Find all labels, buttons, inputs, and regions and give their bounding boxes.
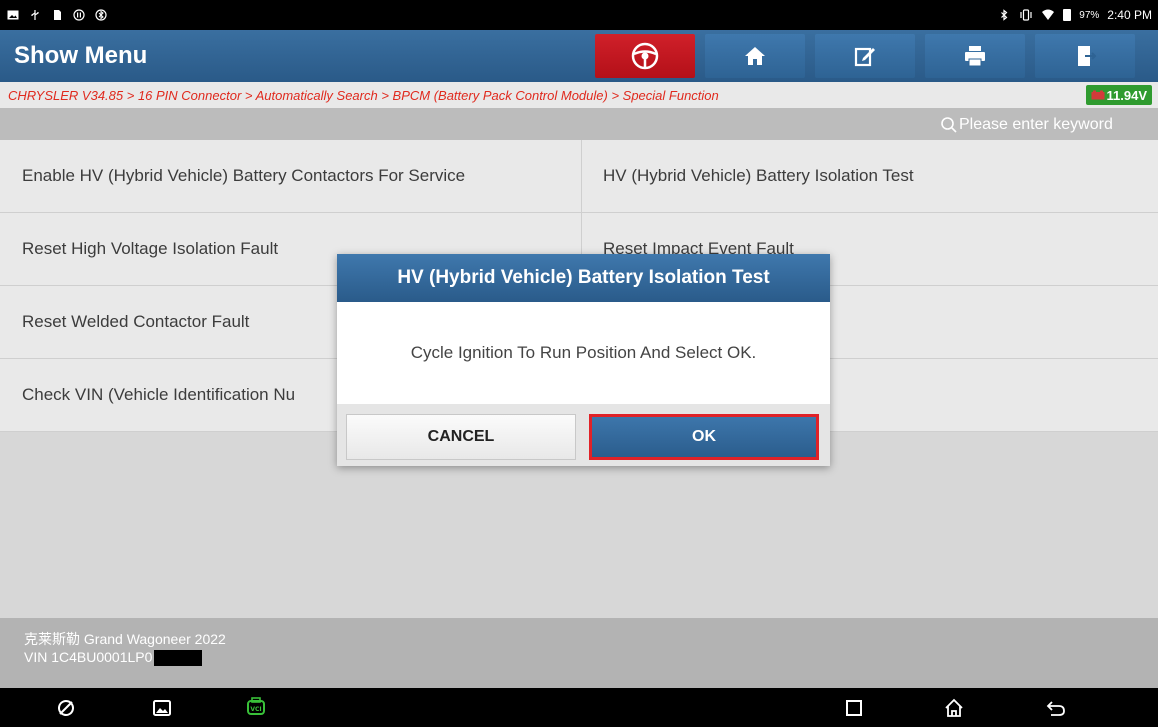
navigation-bar: VCI (0, 688, 1158, 727)
breadcrumb-path: CHRYSLER V34.85 > 16 PIN Connector > Aut… (8, 87, 719, 103)
voltage-value: 11.94V (1106, 87, 1148, 103)
vibrate-icon (1019, 8, 1033, 22)
recent-apps-icon[interactable] (843, 697, 865, 719)
vehicle-name: 克莱斯勒 Grand Wagoneer 2022 (24, 631, 226, 647)
exit-button[interactable] (1035, 34, 1135, 78)
status-bar: 97% 2:40 PM (0, 0, 1158, 30)
sd-card-icon (50, 8, 64, 22)
edit-icon (854, 47, 875, 67)
vin-line: VIN 1C4BU0001LP0 (24, 648, 1158, 667)
vin-redaction (154, 650, 203, 667)
search-placeholder: Please enter keyword (959, 116, 1113, 133)
vci-icon[interactable]: VCI (245, 697, 267, 719)
home-icon (745, 47, 765, 65)
car-battery-icon (1091, 90, 1104, 100)
battery-percent: 97% (1079, 9, 1100, 21)
dialog-button-bar: CANCEL OK (337, 404, 830, 466)
breadcrumb: CHRYSLER V34.85 > 16 PIN Connector > Aut… (0, 82, 1158, 108)
menu-item-enable-hv-contactors[interactable]: Enable HV (Hybrid Vehicle) Battery Conta… (0, 140, 582, 213)
home-nav-icon[interactable] (943, 697, 965, 719)
exit-icon (1078, 46, 1097, 66)
printer-icon (965, 46, 985, 67)
search-input[interactable]: Please enter keyword (940, 113, 1158, 137)
search-icon (941, 117, 957, 133)
toolbar (595, 30, 1145, 82)
clock: 2:40 PM (1107, 8, 1152, 22)
app-header: Show Menu (0, 30, 1158, 82)
steering-wheel-icon (631, 42, 659, 70)
back-icon[interactable] (1045, 697, 1067, 719)
voltage-badge: 11.94V (1085, 85, 1152, 105)
search-row: Please enter keyword (0, 108, 1158, 140)
menu-item-label: Reset Welded Contactor Fault (22, 312, 250, 331)
edit-report-button[interactable] (815, 34, 915, 78)
pause-circle-icon (72, 8, 86, 22)
cancel-button[interactable]: CANCEL (346, 414, 576, 460)
bluetooth-icon (997, 8, 1011, 22)
browser-icon[interactable] (55, 697, 77, 719)
bluetooth-circle-icon (94, 8, 108, 22)
menu-item-hv-isolation-test[interactable]: HV (Hybrid Vehicle) Battery Isolation Te… (582, 140, 1158, 213)
svg-text:VCI: VCI (250, 706, 261, 713)
menu-item-label: Check VIN (Vehicle Identification Nu (22, 385, 296, 404)
gallery-icon[interactable] (151, 697, 173, 719)
gallery-notification-icon (6, 8, 20, 22)
dialog-title: HV (Hybrid Vehicle) Battery Isolation Te… (337, 254, 830, 302)
wifi-icon (1041, 8, 1055, 22)
menu-item-label: Enable HV (Hybrid Vehicle) Battery Conta… (22, 166, 466, 185)
home-button[interactable] (705, 34, 805, 78)
isolation-test-dialog: HV (Hybrid Vehicle) Battery Isolation Te… (337, 254, 830, 466)
vehicle-home-button[interactable] (595, 34, 695, 78)
page-title: Show Menu (14, 42, 148, 69)
vin-text: VIN 1C4BU0001LP0 (24, 649, 153, 665)
menu-item-label: HV (Hybrid Vehicle) Battery Isolation Te… (603, 166, 914, 185)
print-button[interactable] (925, 34, 1025, 78)
battery-icon (1063, 9, 1072, 21)
usb-icon (28, 8, 42, 22)
ok-button[interactable]: OK (589, 414, 819, 460)
vehicle-info-footer: 克莱斯勒 Grand Wagoneer 2022 VIN 1C4BU0001LP… (0, 618, 1158, 688)
dialog-message: Cycle Ignition To Run Position And Selec… (410, 343, 757, 362)
menu-item-label: Reset High Voltage Isolation Fault (22, 239, 279, 258)
